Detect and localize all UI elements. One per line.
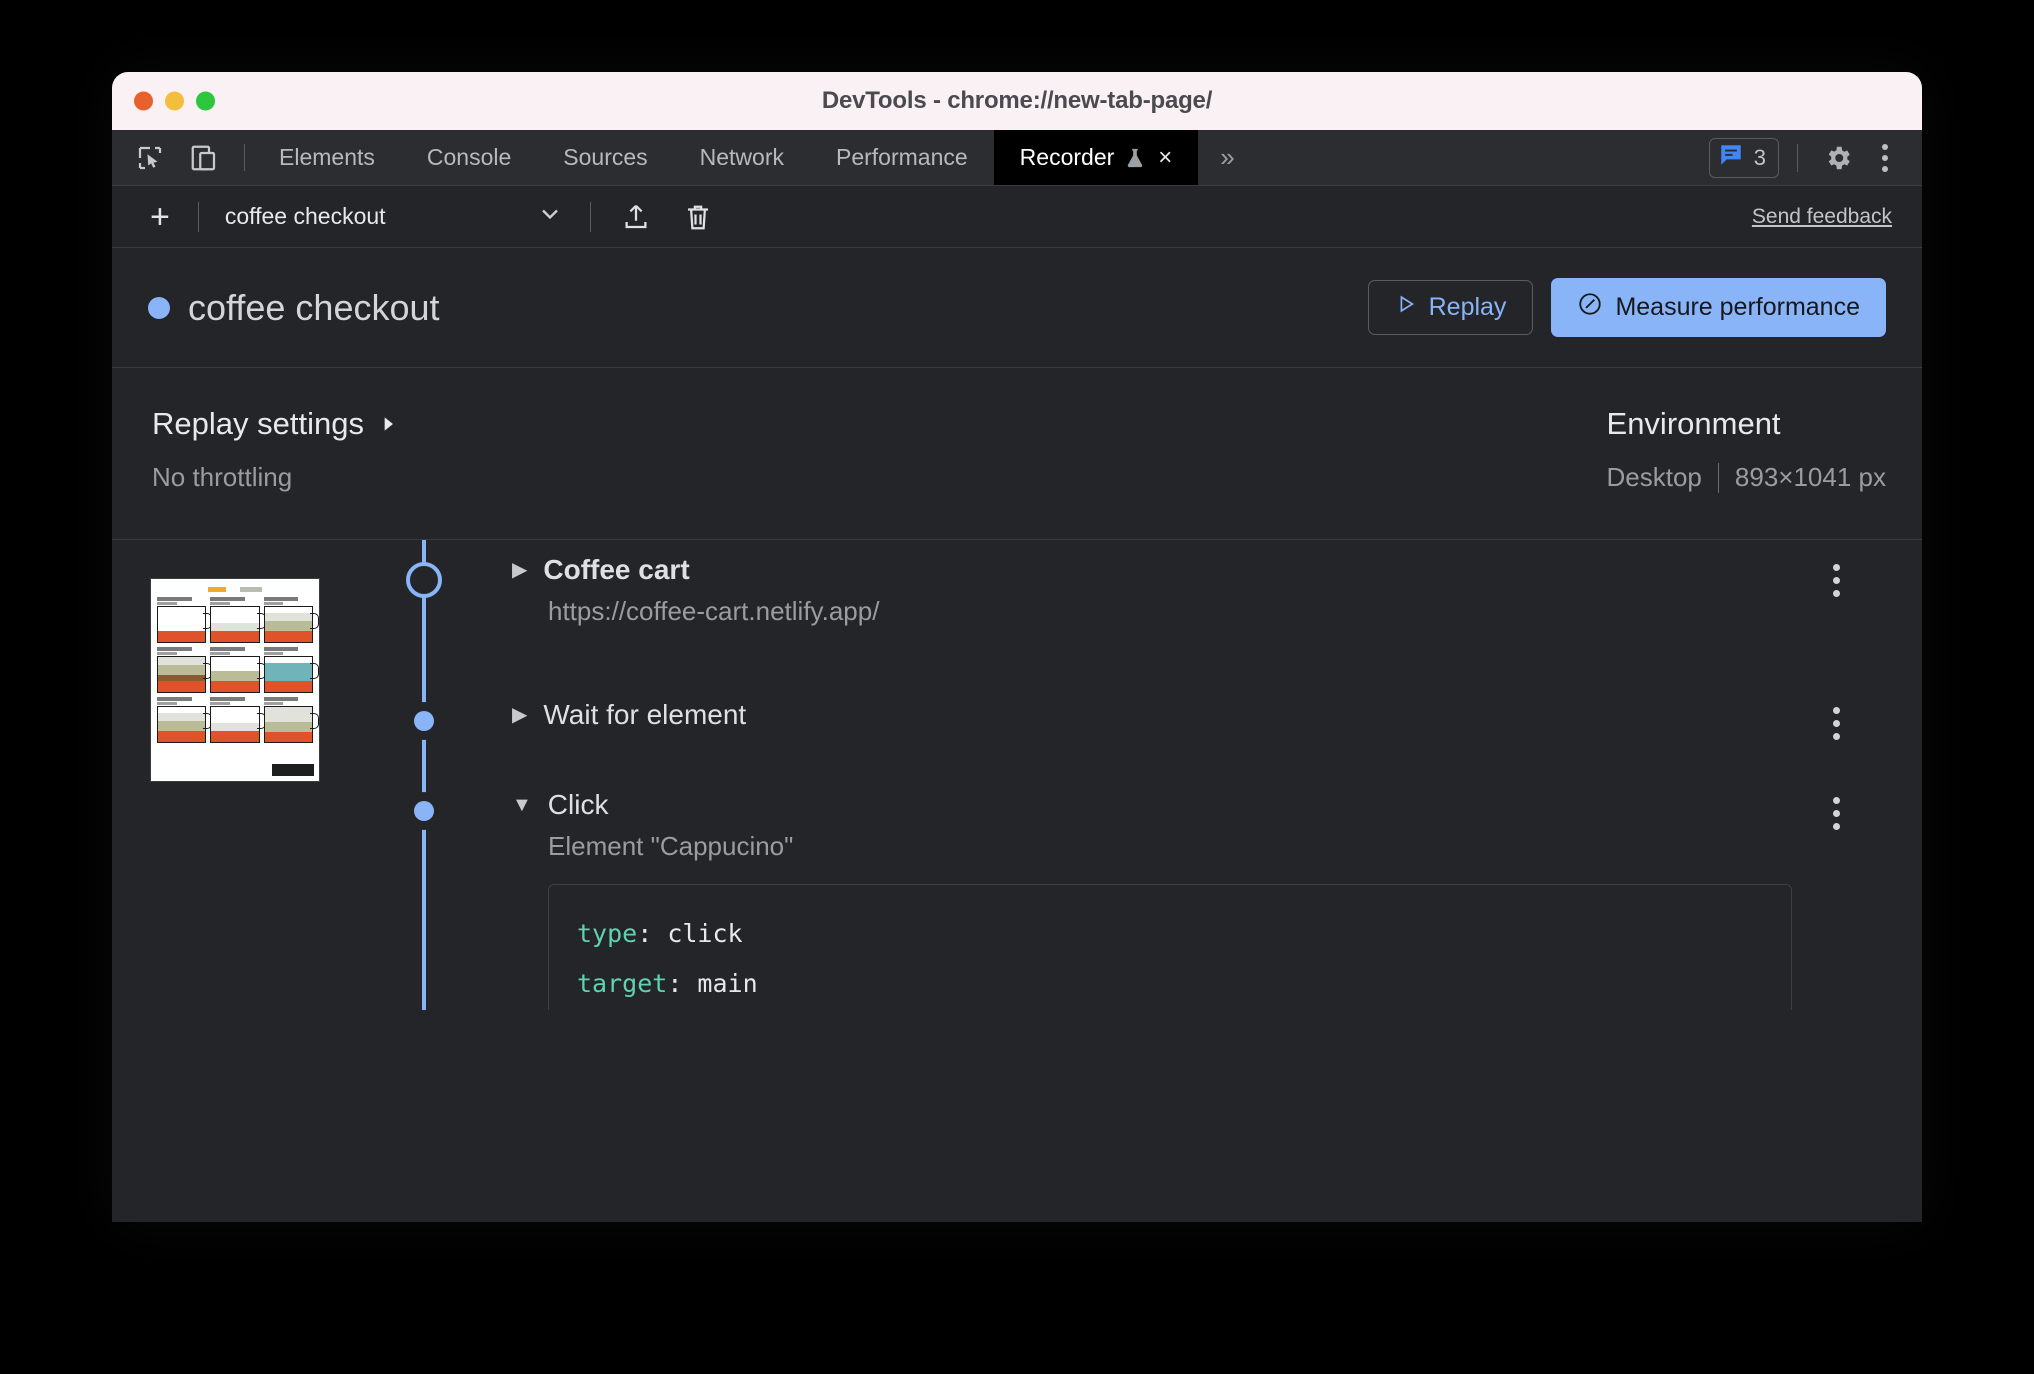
expand-step-icon[interactable]: ▶ — [512, 554, 527, 586]
toolbar-divider — [197, 201, 199, 232]
tab-console-label: Console — [426, 144, 512, 170]
environment-group: Environment Desktop 893×1041 px — [1607, 406, 1886, 493]
environment-divider — [1717, 462, 1719, 493]
steps-panel: ▶ Coffee cart https://coffee-cart.netlif… — [112, 540, 1922, 1010]
screenshot-root: DevTools - chrome://new-tab-page/ Elemen… — [0, 0, 2034, 1374]
send-feedback-link[interactable]: Send feedback — [1752, 205, 1900, 229]
more-tabs-button[interactable]: » — [1198, 130, 1256, 185]
recording-header-actions: Replay Measure performance — [1367, 278, 1886, 337]
step-title: Coffee cart — [543, 554, 690, 585]
timeline-start-node — [406, 562, 442, 598]
environment-label: Environment — [1606, 406, 1781, 441]
step-details-code[interactable]: type: click target: main selectors: — [548, 884, 1792, 1010]
code-line-target: target: main — [577, 969, 758, 998]
devtools-window: DevTools - chrome://new-tab-page/ Elemen… — [112, 72, 1922, 1222]
close-window-button[interactable] — [134, 91, 153, 111]
toolbar-divider-2 — [589, 201, 591, 232]
tab-performance[interactable]: Performance — [810, 130, 994, 185]
tabbar-right-actions: 3 — [1708, 130, 1922, 185]
kebab-dot — [1882, 143, 1888, 150]
step-menu-icon[interactable] — [1833, 564, 1840, 597]
step-subtitle: Element "Cappucino" — [548, 831, 794, 861]
tab-network[interactable]: Network — [674, 130, 810, 185]
experiment-flask-icon — [1124, 146, 1146, 170]
issues-badge[interactable]: 3 — [1708, 137, 1779, 178]
step-title: Click — [547, 789, 609, 820]
timeline-step-node — [414, 801, 434, 821]
close-recorder-tab-icon[interactable]: × — [1158, 145, 1172, 170]
code-line-selectors: selectors: — [577, 1009, 1763, 1010]
tab-recorder-label: Recorder — [1019, 144, 1115, 170]
kebab-dot — [1882, 165, 1888, 172]
replay-settings-toggle[interactable]: Replay settings — [152, 406, 398, 442]
recording-title: coffee checkout — [188, 286, 440, 328]
replay-settings-section: Replay settings No throttling Environmen… — [112, 368, 1922, 540]
code-key: type — [577, 919, 638, 948]
device-toolbar-icon[interactable] — [182, 136, 226, 180]
tabbar-right-divider — [1797, 143, 1798, 172]
collapse-step-icon[interactable]: ▼ — [512, 789, 532, 821]
devtools-main-menu-icon[interactable] — [1866, 143, 1904, 172]
timeline-step-node — [414, 711, 434, 731]
code-value: click — [667, 919, 743, 948]
tab-sources-label: Sources — [563, 144, 648, 170]
replay-settings-label: Replay settings — [152, 406, 364, 441]
performance-gauge-icon — [1577, 291, 1603, 324]
create-recording-button[interactable]: + — [136, 200, 184, 234]
throttling-value: No throttling — [152, 462, 293, 492]
measure-performance-label: Measure performance — [1615, 293, 1860, 321]
step-title: Wait for element — [543, 699, 747, 730]
step-wait-for-element[interactable]: ▶ Wait for element — [112, 627, 1922, 740]
play-triangle-icon — [1395, 293, 1417, 322]
chevron-right-icon — [378, 406, 398, 442]
export-upload-icon[interactable] — [605, 202, 667, 232]
code-value: main — [697, 969, 758, 998]
tabbar-left-icons — [112, 130, 236, 185]
measure-performance-button[interactable]: Measure performance — [1551, 278, 1886, 337]
replay-settings-group: Replay settings No throttling — [152, 406, 398, 493]
issues-count: 3 — [1753, 144, 1766, 170]
environment-device: Desktop — [1606, 462, 1702, 492]
tab-performance-label: Performance — [836, 144, 968, 170]
window-traffic-lights[interactable] — [134, 91, 215, 111]
chevron-down-icon[interactable] — [536, 200, 564, 233]
tab-elements[interactable]: Elements — [253, 130, 401, 185]
tab-elements-label: Elements — [279, 144, 375, 170]
devtools-tabbar: Elements Console Sources Network Perform… — [112, 130, 1922, 186]
replay-button-label: Replay — [1428, 293, 1507, 321]
recorder-toolbar: + coffee checkout Send feedback — [112, 186, 1922, 248]
recording-header: coffee checkout Replay Measure performan… — [112, 248, 1922, 368]
tab-console[interactable]: Console — [401, 130, 537, 185]
tabbar-divider — [244, 144, 245, 171]
tab-network-label: Network — [699, 144, 784, 170]
recording-status-dot — [148, 296, 170, 319]
trash-icon[interactable] — [667, 202, 729, 232]
kebab-dot — [1882, 154, 1888, 161]
tab-sources[interactable]: Sources — [537, 130, 673, 185]
issues-message-icon — [1718, 142, 1744, 173]
step-navigate[interactable]: ▶ Coffee cart https://coffee-cart.netlif… — [112, 540, 1922, 627]
expand-step-icon[interactable]: ▶ — [512, 699, 527, 731]
code-key: target — [577, 969, 668, 998]
recording-title-group: coffee checkout — [148, 287, 440, 329]
tab-recorder[interactable]: Recorder × — [993, 130, 1199, 185]
environment-viewport: 893×1041 px — [1734, 462, 1886, 492]
steps-list: ▶ Coffee cart https://coffee-cart.netlif… — [112, 540, 1922, 1010]
minimize-window-button[interactable] — [165, 91, 184, 111]
code-line-type: type: click — [577, 919, 743, 948]
inspect-element-icon[interactable] — [128, 136, 172, 180]
maximize-window-button[interactable] — [196, 91, 215, 111]
devtools-tab-list: Elements Console Sources Network Perform… — [253, 130, 1709, 185]
step-click[interactable]: ▼ Click Element "Cappucino" type: click … — [112, 731, 1922, 1010]
window-titlebar: DevTools - chrome://new-tab-page/ — [112, 72, 1922, 130]
window-title: DevTools - chrome://new-tab-page/ — [821, 87, 1213, 114]
step-subtitle: https://coffee-cart.netlify.app/ — [548, 596, 880, 626]
environment-values: Desktop 893×1041 px — [1607, 462, 1886, 493]
gear-icon[interactable] — [1816, 136, 1860, 180]
replay-button[interactable]: Replay — [1367, 280, 1534, 335]
step-menu-icon[interactable] — [1833, 797, 1840, 830]
recording-selector-label[interactable]: coffee checkout — [213, 203, 386, 230]
